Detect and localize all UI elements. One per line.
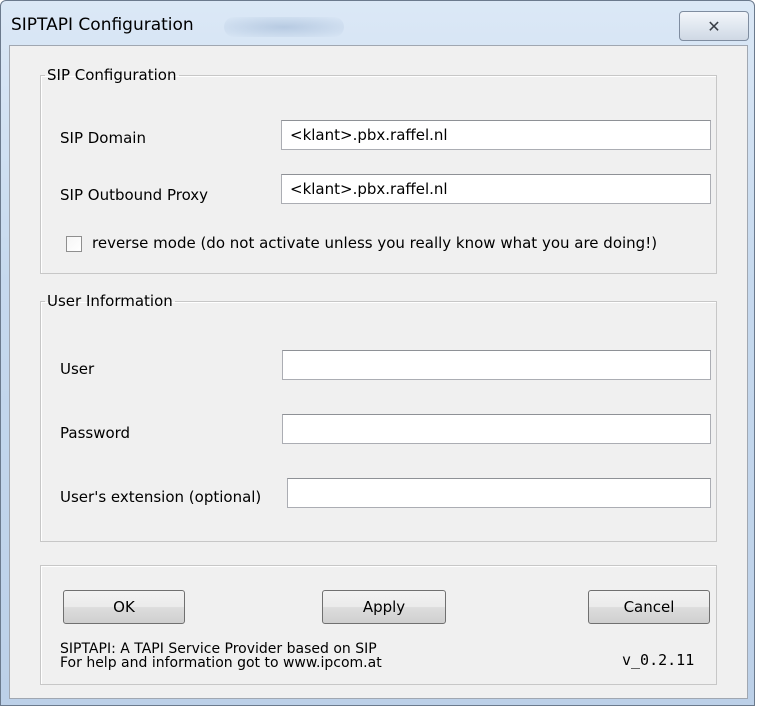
title-bar[interactable]: SIPTAPI Configuration ✕ (1, 1, 754, 45)
sip-configuration-legend: SIP Configuration (47, 66, 177, 84)
dialog-client-area: SIP Configuration SIP Domain SIP Outboun… (9, 45, 748, 699)
user-extension-input[interactable] (287, 478, 711, 508)
ok-button[interactable]: OK (63, 590, 185, 624)
close-button[interactable]: ✕ (679, 11, 749, 41)
window-title: SIPTAPI Configuration (11, 15, 194, 35)
version-label: v_0.2.11 (622, 651, 695, 669)
sip-domain-label: SIP Domain (60, 129, 146, 147)
password-label: Password (60, 424, 131, 442)
title-bar-glow (224, 17, 344, 37)
user-extension-label: User's extension (optional) (60, 488, 262, 506)
user-input[interactable] (282, 350, 711, 380)
apply-button[interactable]: Apply (322, 590, 446, 624)
close-icon: ✕ (707, 16, 721, 36)
password-input[interactable] (282, 414, 711, 444)
reverse-mode-checkbox[interactable] (66, 236, 82, 252)
about-text-line-2: For help and information got to www.ipco… (60, 655, 382, 671)
user-label: User (60, 360, 95, 378)
sip-outbound-proxy-input[interactable] (281, 174, 711, 204)
user-information-legend: User Information (47, 292, 173, 310)
reverse-mode-label[interactable]: reverse mode (do not activate unless you… (92, 234, 657, 252)
cancel-button[interactable]: Cancel (588, 590, 710, 624)
sip-outbound-proxy-label: SIP Outbound Proxy (60, 186, 209, 204)
dialog-window: SIPTAPI Configuration ✕ SIP Configuratio… (0, 0, 755, 706)
about-text-line-1: SIPTAPI: A TAPI Service Provider based o… (60, 641, 377, 657)
sip-domain-input[interactable] (281, 120, 711, 150)
